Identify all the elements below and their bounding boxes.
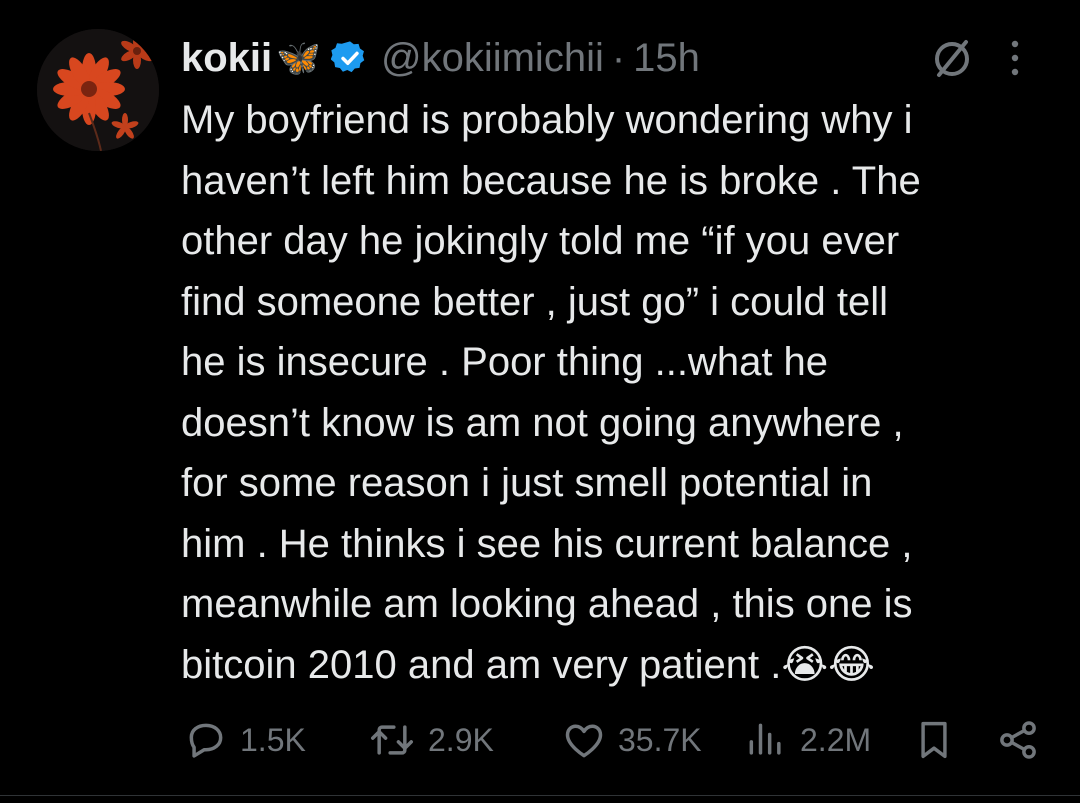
display-name[interactable]: kokii	[181, 30, 272, 86]
tweet: kokii 🦋 @kokiimichii · 15h My boyfriend …	[0, 0, 1080, 803]
reply-icon	[189, 723, 223, 758]
orange-flower-icon	[37, 29, 159, 151]
more-vertical-icon[interactable]	[1007, 37, 1023, 79]
heart-icon	[565, 724, 603, 758]
views-button[interactable]: 2.2M	[744, 708, 871, 772]
reply-count: 1.5K	[240, 721, 306, 758]
repost-count: 2.9K	[428, 721, 494, 758]
like-count: 35.7K	[618, 721, 702, 758]
timestamp[interactable]: 15h	[633, 30, 700, 86]
handle[interactable]: @kokiimichii	[381, 30, 604, 86]
verified-badge-icon	[330, 39, 369, 77]
share-icon	[1000, 721, 1036, 759]
bookmark-button[interactable]	[914, 708, 966, 772]
action-bar: 1.5K 2.9K 35.7K 2.2M	[0, 708, 1080, 772]
grok-icon[interactable]	[928, 37, 976, 81]
butterfly-emoji: 🦋	[276, 37, 321, 78]
tweet-header: kokii 🦋 @kokiimichii · 15h	[181, 30, 700, 86]
share-button[interactable]	[996, 708, 1052, 772]
tweet-text: My boyfriend is probably wondering why i…	[181, 98, 921, 687]
like-button[interactable]: 35.7K	[562, 708, 702, 772]
bookmark-icon	[921, 721, 947, 759]
avatar[interactable]	[37, 29, 159, 151]
reply-button[interactable]: 1.5K	[184, 708, 306, 772]
separator-dot: ·	[611, 36, 626, 80]
views-icon	[749, 723, 781, 755]
views-count: 2.2M	[800, 721, 872, 758]
divider	[0, 795, 1080, 796]
repost-button[interactable]: 2.9K	[368, 708, 494, 772]
repost-icon	[371, 725, 413, 755]
